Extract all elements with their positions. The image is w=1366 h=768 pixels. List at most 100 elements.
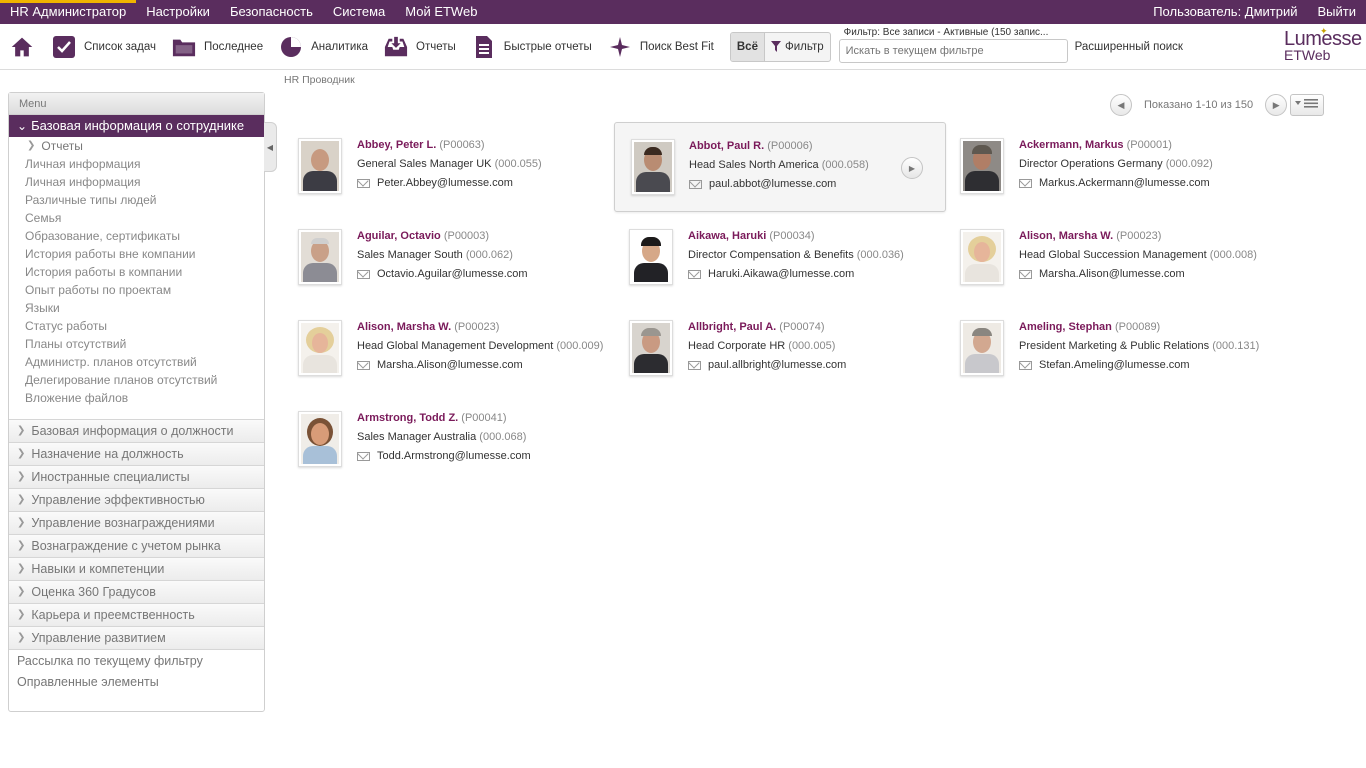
employee-name[interactable]: Ackermann, Markus bbox=[1019, 139, 1124, 151]
employee-name[interactable]: Alison, Marsha W. bbox=[357, 321, 451, 333]
sidebar-sent-items-link[interactable]: Оправленные элементы bbox=[9, 671, 264, 693]
employee-card[interactable]: Abbey, Peter L. (P00063) General Sales M… bbox=[290, 122, 620, 212]
employee-card[interactable]: Alison, Marsha W. (P00023) Head Global S… bbox=[952, 213, 1282, 303]
next-page-button[interactable]: ▶ bbox=[1265, 94, 1288, 116]
sidebar-link[interactable]: Языки bbox=[9, 299, 264, 317]
sidebar-section[interactable]: ❯ Управление вознаграждениями bbox=[9, 511, 264, 534]
list-view-icon bbox=[1294, 98, 1320, 112]
employee-email[interactable]: Peter.Abbey@lumesse.com bbox=[377, 176, 513, 190]
employee-card[interactable]: Ameling, Stephan (P00089) President Mark… bbox=[952, 304, 1282, 394]
employee-email[interactable]: paul.allbright@lumesse.com bbox=[708, 358, 846, 372]
employee-card[interactable]: Aguilar, Octavio (P00003) Sales Manager … bbox=[290, 213, 620, 303]
sidebar-link[interactable]: Планы отсутствий bbox=[9, 335, 264, 353]
sidebar-section[interactable]: ❯ Иностранные специалисты bbox=[9, 465, 264, 488]
sidebar-mailing-link[interactable]: Рассылка по текущему фильтру bbox=[9, 649, 264, 671]
sidebar-section[interactable]: ❯ Управление эффективностью bbox=[9, 488, 264, 511]
sidebar-section-label: Управление эффективностью bbox=[31, 493, 205, 507]
sidebar-section[interactable]: ❯ Навыки и компетенции bbox=[9, 557, 264, 580]
menu-settings[interactable]: Настройки bbox=[136, 0, 220, 24]
employee-email[interactable]: Marsha.Alison@lumesse.com bbox=[377, 358, 523, 372]
bestfit-label: Поиск Best Fit bbox=[639, 40, 714, 53]
menu-system[interactable]: Система bbox=[323, 0, 395, 24]
sidebar-link[interactable]: Администр. планов отсутствий bbox=[9, 353, 264, 371]
sidebar-link[interactable]: Семья bbox=[9, 209, 264, 227]
folder-icon bbox=[172, 35, 196, 59]
sidebar-link[interactable]: История работы вне компании bbox=[9, 245, 264, 263]
sidebar-item-reports[interactable]: ❯ Отчеты bbox=[9, 137, 264, 155]
employee-position-code: (000.008) bbox=[1209, 249, 1257, 261]
menu-security[interactable]: Безопасность bbox=[220, 0, 323, 24]
home-icon bbox=[10, 35, 34, 59]
sidebar-link[interactable]: Личная информация bbox=[9, 155, 264, 173]
chevron-right-icon: ❯ bbox=[17, 425, 26, 436]
employee-name[interactable]: Ameling, Stephan bbox=[1019, 321, 1112, 333]
sidebar-link[interactable]: Делегирование планов отсутствий bbox=[9, 371, 264, 389]
recent-label: Последнее bbox=[203, 40, 264, 53]
inbox-download-icon bbox=[384, 35, 408, 59]
funnel-icon bbox=[770, 41, 781, 52]
sidebar-link[interactable]: Статус работы bbox=[9, 317, 264, 335]
employee-card[interactable]: Armstrong, Todd Z. (P00041) Sales Manage… bbox=[290, 395, 620, 485]
employee-position-code: (000.036) bbox=[856, 249, 904, 261]
sidebar-section[interactable]: ❯ Вознаграждение с учетом рынка bbox=[9, 534, 264, 557]
all-toggle[interactable]: Всё bbox=[730, 32, 765, 61]
advanced-search-link[interactable]: Расширенный поиск bbox=[1075, 41, 1183, 53]
employee-email[interactable]: Marsha.Alison@lumesse.com bbox=[1039, 267, 1185, 281]
tasks-button[interactable]: Список задач bbox=[42, 24, 162, 70]
sidebar-section-employee-basic[interactable]: ⌄ Базовая информация о сотруднике bbox=[9, 115, 264, 137]
filter-toggle-button[interactable]: Фильтр bbox=[765, 33, 830, 61]
employee-email[interactable]: Stefan.Ameling@lumesse.com bbox=[1039, 358, 1190, 372]
menu-hr-admin[interactable]: HR Администратор bbox=[0, 0, 136, 24]
quick-reports-button[interactable]: Быстрые отчеты bbox=[462, 24, 598, 70]
sidebar-section[interactable]: ❯ Базовая информация о должности bbox=[9, 419, 264, 442]
open-details-button[interactable]: ▶ bbox=[901, 157, 923, 179]
bestfit-button[interactable]: Поиск Best Fit bbox=[598, 24, 720, 70]
employee-name[interactable]: Alison, Marsha W. bbox=[1019, 230, 1113, 242]
employee-card[interactable]: Aikawa, Haruki (P00034) Director Compens… bbox=[621, 213, 951, 303]
recent-button[interactable]: Последнее bbox=[162, 24, 269, 70]
menu-my-etweb[interactable]: Мой ETWeb bbox=[395, 0, 487, 24]
logout-link[interactable]: Выйти bbox=[1308, 0, 1366, 24]
sidebar-section[interactable]: ❯ Назначение на должность bbox=[9, 442, 264, 465]
employee-email[interactable]: Octavio.Aguilar@lumesse.com bbox=[377, 267, 528, 281]
employee-name[interactable]: Aikawa, Haruki bbox=[688, 230, 766, 242]
employee-email[interactable]: Haruki.Aikawa@lumesse.com bbox=[708, 267, 854, 281]
employee-card[interactable]: Allbright, Paul A. (P00074) Head Corpora… bbox=[621, 304, 951, 394]
analytics-button[interactable]: Аналитика bbox=[269, 24, 374, 70]
sidebar-link[interactable]: Образование, сертификаты bbox=[9, 227, 264, 245]
view-options-button[interactable] bbox=[1290, 94, 1324, 116]
employee-name[interactable]: Armstrong, Todd Z. bbox=[357, 412, 458, 424]
sidebar-link[interactable]: Вложение файлов bbox=[9, 389, 264, 407]
employee-email[interactable]: paul.abbot@lumesse.com bbox=[709, 177, 836, 191]
sidebar-collapse-handle[interactable]: ◀ bbox=[264, 122, 277, 172]
home-button[interactable] bbox=[0, 24, 42, 70]
employee-name[interactable]: Allbright, Paul A. bbox=[688, 321, 776, 333]
sidebar-link[interactable]: Различные типы людей bbox=[9, 191, 264, 209]
reports-button[interactable]: Отчеты bbox=[374, 24, 462, 70]
employee-position-code: (000.058) bbox=[821, 159, 869, 171]
employee-name[interactable]: Abbey, Peter L. bbox=[357, 139, 436, 151]
employee-id: (P00074) bbox=[779, 321, 825, 333]
employee-card[interactable]: Alison, Marsha W. (P00023) Head Global M… bbox=[290, 304, 620, 394]
employee-email[interactable]: Todd.Armstrong@lumesse.com bbox=[377, 449, 531, 463]
logo-star-icon: ✦ bbox=[1320, 26, 1328, 36]
employee-name[interactable]: Abbot, Paul R. bbox=[689, 140, 764, 152]
breadcrumb[interactable]: HR Проводник bbox=[284, 74, 355, 86]
search-input[interactable] bbox=[838, 38, 1068, 63]
face-8 bbox=[632, 323, 670, 373]
sidebar-link[interactable]: Личная информация bbox=[9, 173, 264, 191]
sidebar-section[interactable]: ❯ Оценка 360 Градусов bbox=[9, 580, 264, 603]
triangle-right-icon: ▶ bbox=[1272, 99, 1280, 110]
sidebar-link[interactable]: История работы в компании bbox=[9, 263, 264, 281]
chevron-right-icon: ❯ bbox=[17, 517, 26, 528]
sidebar-section-label: Иностранные специалисты bbox=[31, 470, 190, 484]
prev-page-button[interactable]: ◀ bbox=[1110, 94, 1132, 116]
employee-email[interactable]: Markus.Ackermann@lumesse.com bbox=[1039, 176, 1210, 190]
sidebar-section-label: Вознаграждение с учетом рынка bbox=[31, 539, 221, 553]
employee-card[interactable]: Ackermann, Markus (P00001) Director Oper… bbox=[952, 122, 1282, 212]
sidebar-section[interactable]: ❯ Управление развитием bbox=[9, 626, 264, 649]
employee-card-selected[interactable]: Abbot, Paul R. (P00006) Head Sales North… bbox=[614, 122, 946, 212]
sidebar-link[interactable]: Опыт работы по проектам bbox=[9, 281, 264, 299]
employee-name[interactable]: Aguilar, Octavio bbox=[357, 230, 441, 242]
sidebar-section[interactable]: ❯ Карьера и преемственность bbox=[9, 603, 264, 626]
